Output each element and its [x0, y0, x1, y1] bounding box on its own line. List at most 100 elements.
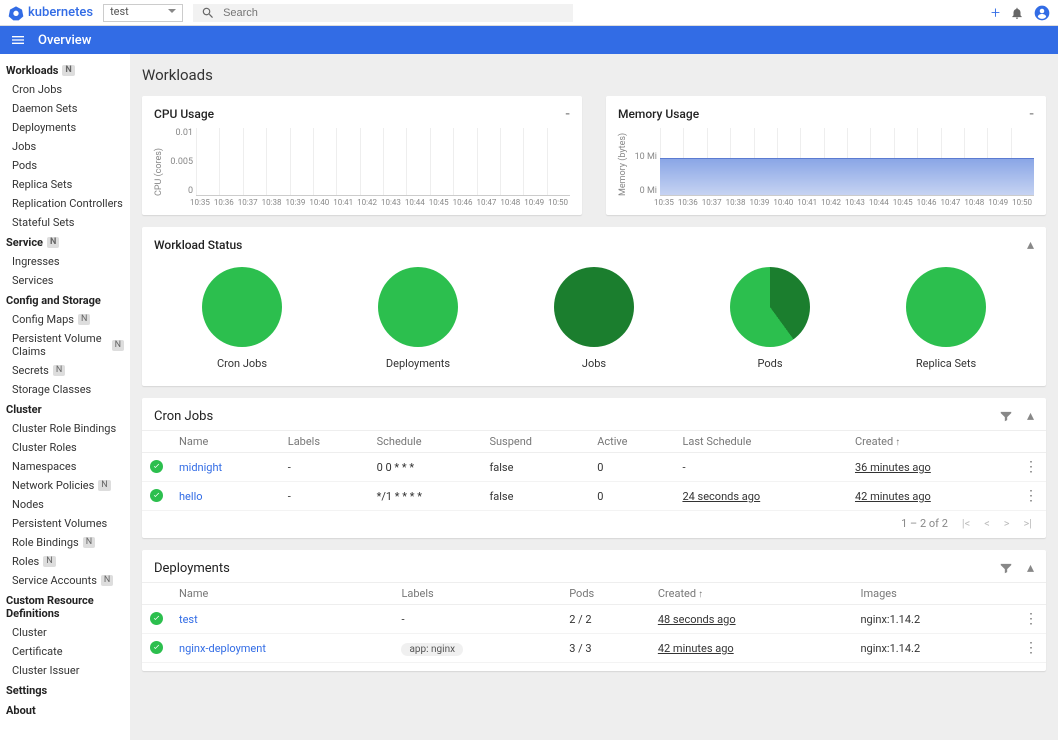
nav-item-nodes[interactable]: Nodes	[0, 495, 130, 514]
status-ok-icon	[150, 460, 163, 473]
nav-group-custom-resource-definitions[interactable]: Custom Resource Definitions	[0, 590, 130, 623]
nav-item-namespaces[interactable]: Namespaces	[0, 457, 130, 476]
bell-icon[interactable]	[1010, 6, 1024, 20]
cpu-plot	[196, 128, 570, 196]
nav-item-jobs[interactable]: Jobs	[0, 137, 130, 156]
deployments-card: Deployments ▴ Name Labels Pods Created↑ …	[142, 550, 1046, 671]
donut-icon	[554, 267, 634, 347]
pager-prev-icon[interactable]: <	[984, 517, 990, 530]
nav-item-replica-sets[interactable]: Replica Sets	[0, 175, 130, 194]
col-pods[interactable]: Pods	[561, 583, 650, 605]
nav-item-stateful-sets[interactable]: Stateful Sets	[0, 213, 130, 232]
col-created[interactable]: Created↑	[650, 583, 853, 605]
nav-item-roles[interactable]: RolesN	[0, 552, 130, 571]
cronjobs-pager: 1 – 2 of 2 |< < > >|	[142, 511, 1046, 530]
nav-item-persistent-volume-claims[interactable]: Persistent Volume ClaimsN	[0, 329, 130, 361]
nav-group-config-and-storage[interactable]: Config and Storage	[0, 290, 130, 310]
cpu-xticks: 10:3510:3610:3710:3810:3910:4010:4110:42…	[154, 198, 570, 207]
cronjobs-title: Cron Jobs	[154, 409, 213, 424]
nav-item-network-policies[interactable]: Network PoliciesN	[0, 476, 130, 495]
user-icon[interactable]	[1034, 5, 1050, 21]
donut-cron-jobs: Cron Jobs	[202, 267, 282, 370]
nav-item-cluster-issuer[interactable]: Cluster Issuer	[0, 661, 130, 680]
create-icon[interactable]: +	[991, 3, 1000, 22]
donut-label: Deployments	[386, 357, 450, 370]
filter-icon[interactable]	[999, 409, 1013, 423]
pager-last-icon[interactable]: >|	[1024, 517, 1032, 530]
nav-item-cron-jobs[interactable]: Cron Jobs	[0, 80, 130, 99]
col-labels[interactable]: Labels	[393, 583, 561, 605]
filter-icon[interactable]	[999, 561, 1013, 575]
collapse-icon[interactable]: ▴	[1027, 560, 1034, 576]
nav-item-ingresses[interactable]: Ingresses	[0, 252, 130, 271]
deployment-link[interactable]: test	[179, 613, 198, 626]
nav-item-persistent-volumes[interactable]: Persistent Volumes	[0, 514, 130, 533]
nav-item-cluster-roles[interactable]: Cluster Roles	[0, 438, 130, 457]
nav-item-config-maps[interactable]: Config MapsN	[0, 310, 130, 329]
table-row: nginx-deploymentapp: nginx3 / 342 minute…	[142, 634, 1046, 663]
nav-item-services[interactable]: Services	[0, 271, 130, 290]
nav-group-settings[interactable]: Settings	[0, 680, 130, 700]
collapse-icon[interactable]: -	[1029, 106, 1034, 122]
col-last[interactable]: Last Schedule	[674, 431, 847, 453]
col-images[interactable]: Images	[852, 583, 1016, 605]
mem-yticks: 10 Mi0 Mi	[630, 128, 660, 196]
row-menu-icon[interactable]: ⋮	[1024, 488, 1038, 504]
logo[interactable]: kubernetes	[8, 5, 93, 21]
donut-icon	[730, 267, 810, 347]
nav-item-storage-classes[interactable]: Storage Classes	[0, 380, 130, 399]
pager-next-icon[interactable]: >	[1004, 517, 1010, 530]
row-menu-icon[interactable]: ⋮	[1024, 459, 1038, 475]
pager-first-icon[interactable]: |<	[962, 517, 970, 530]
nav-group-about[interactable]: About	[0, 700, 130, 720]
nav-item-role-bindings[interactable]: Role BindingsN	[0, 533, 130, 552]
search-icon	[201, 6, 215, 20]
cpu-usage-card: CPU Usage - CPU (cores) 0.010.0050 10:35…	[142, 96, 582, 215]
nav-item-cluster-role-bindings[interactable]: Cluster Role Bindings	[0, 419, 130, 438]
nav-item-cluster[interactable]: Cluster	[0, 623, 130, 642]
col-active[interactable]: Active	[589, 431, 674, 453]
nav-item-replication-controllers[interactable]: Replication Controllers	[0, 194, 130, 213]
collapse-icon[interactable]: ▴	[1027, 408, 1034, 424]
status-ok-icon	[150, 489, 163, 502]
nav-item-service-accounts[interactable]: Service AccountsN	[0, 571, 130, 590]
row-menu-icon[interactable]: ⋮	[1024, 611, 1038, 627]
cpu-card-title: CPU Usage	[154, 107, 214, 121]
namespace-select[interactable]: test	[103, 4, 183, 22]
deployments-title: Deployments	[154, 561, 230, 576]
col-created[interactable]: Created↑	[847, 431, 1016, 453]
mem-xticks: 10:3510:3610:3710:3810:3910:4010:4110:42…	[618, 198, 1034, 207]
row-menu-icon[interactable]: ⋮	[1024, 640, 1038, 656]
cronjob-link[interactable]: hello	[179, 490, 203, 503]
donut-replica-sets: Replica Sets	[906, 267, 986, 370]
header-title: Overview	[38, 33, 91, 48]
nav-item-deployments[interactable]: Deployments	[0, 118, 130, 137]
nav-group-service[interactable]: ServiceN	[0, 232, 130, 252]
nav-group-workloads[interactable]: WorkloadsN	[0, 60, 130, 80]
nav-item-daemon-sets[interactable]: Daemon Sets	[0, 99, 130, 118]
donut-deployments: Deployments	[378, 267, 458, 370]
deployments-table: Name Labels Pods Created↑ Images test-2 …	[142, 582, 1046, 663]
collapse-icon[interactable]: -	[565, 106, 570, 122]
deployment-link[interactable]: nginx-deployment	[179, 642, 266, 655]
topbar: kubernetes test +	[0, 0, 1058, 26]
col-schedule[interactable]: Schedule	[369, 431, 482, 453]
col-name[interactable]: Name	[171, 583, 393, 605]
collapse-icon[interactable]: ▴	[1027, 237, 1034, 253]
nav-group-cluster[interactable]: Cluster	[0, 399, 130, 419]
donut-label: Cron Jobs	[217, 357, 267, 370]
cronjob-link[interactable]: midnight	[179, 461, 222, 474]
col-name[interactable]: Name	[171, 431, 280, 453]
status-ok-icon	[150, 641, 163, 654]
sidebar: WorkloadsNCron JobsDaemon SetsDeployment…	[0, 54, 130, 740]
search-input[interactable]	[223, 7, 565, 19]
menu-icon[interactable]	[10, 32, 26, 48]
nav-item-secrets[interactable]: SecretsN	[0, 361, 130, 380]
nav-item-certificate[interactable]: Certificate	[0, 642, 130, 661]
col-labels[interactable]: Labels	[280, 431, 369, 453]
col-suspend[interactable]: Suspend	[481, 431, 589, 453]
nav-item-pods[interactable]: Pods	[0, 156, 130, 175]
search-wrap[interactable]	[193, 4, 573, 22]
donut-icon	[906, 267, 986, 347]
donut-icon	[202, 267, 282, 347]
